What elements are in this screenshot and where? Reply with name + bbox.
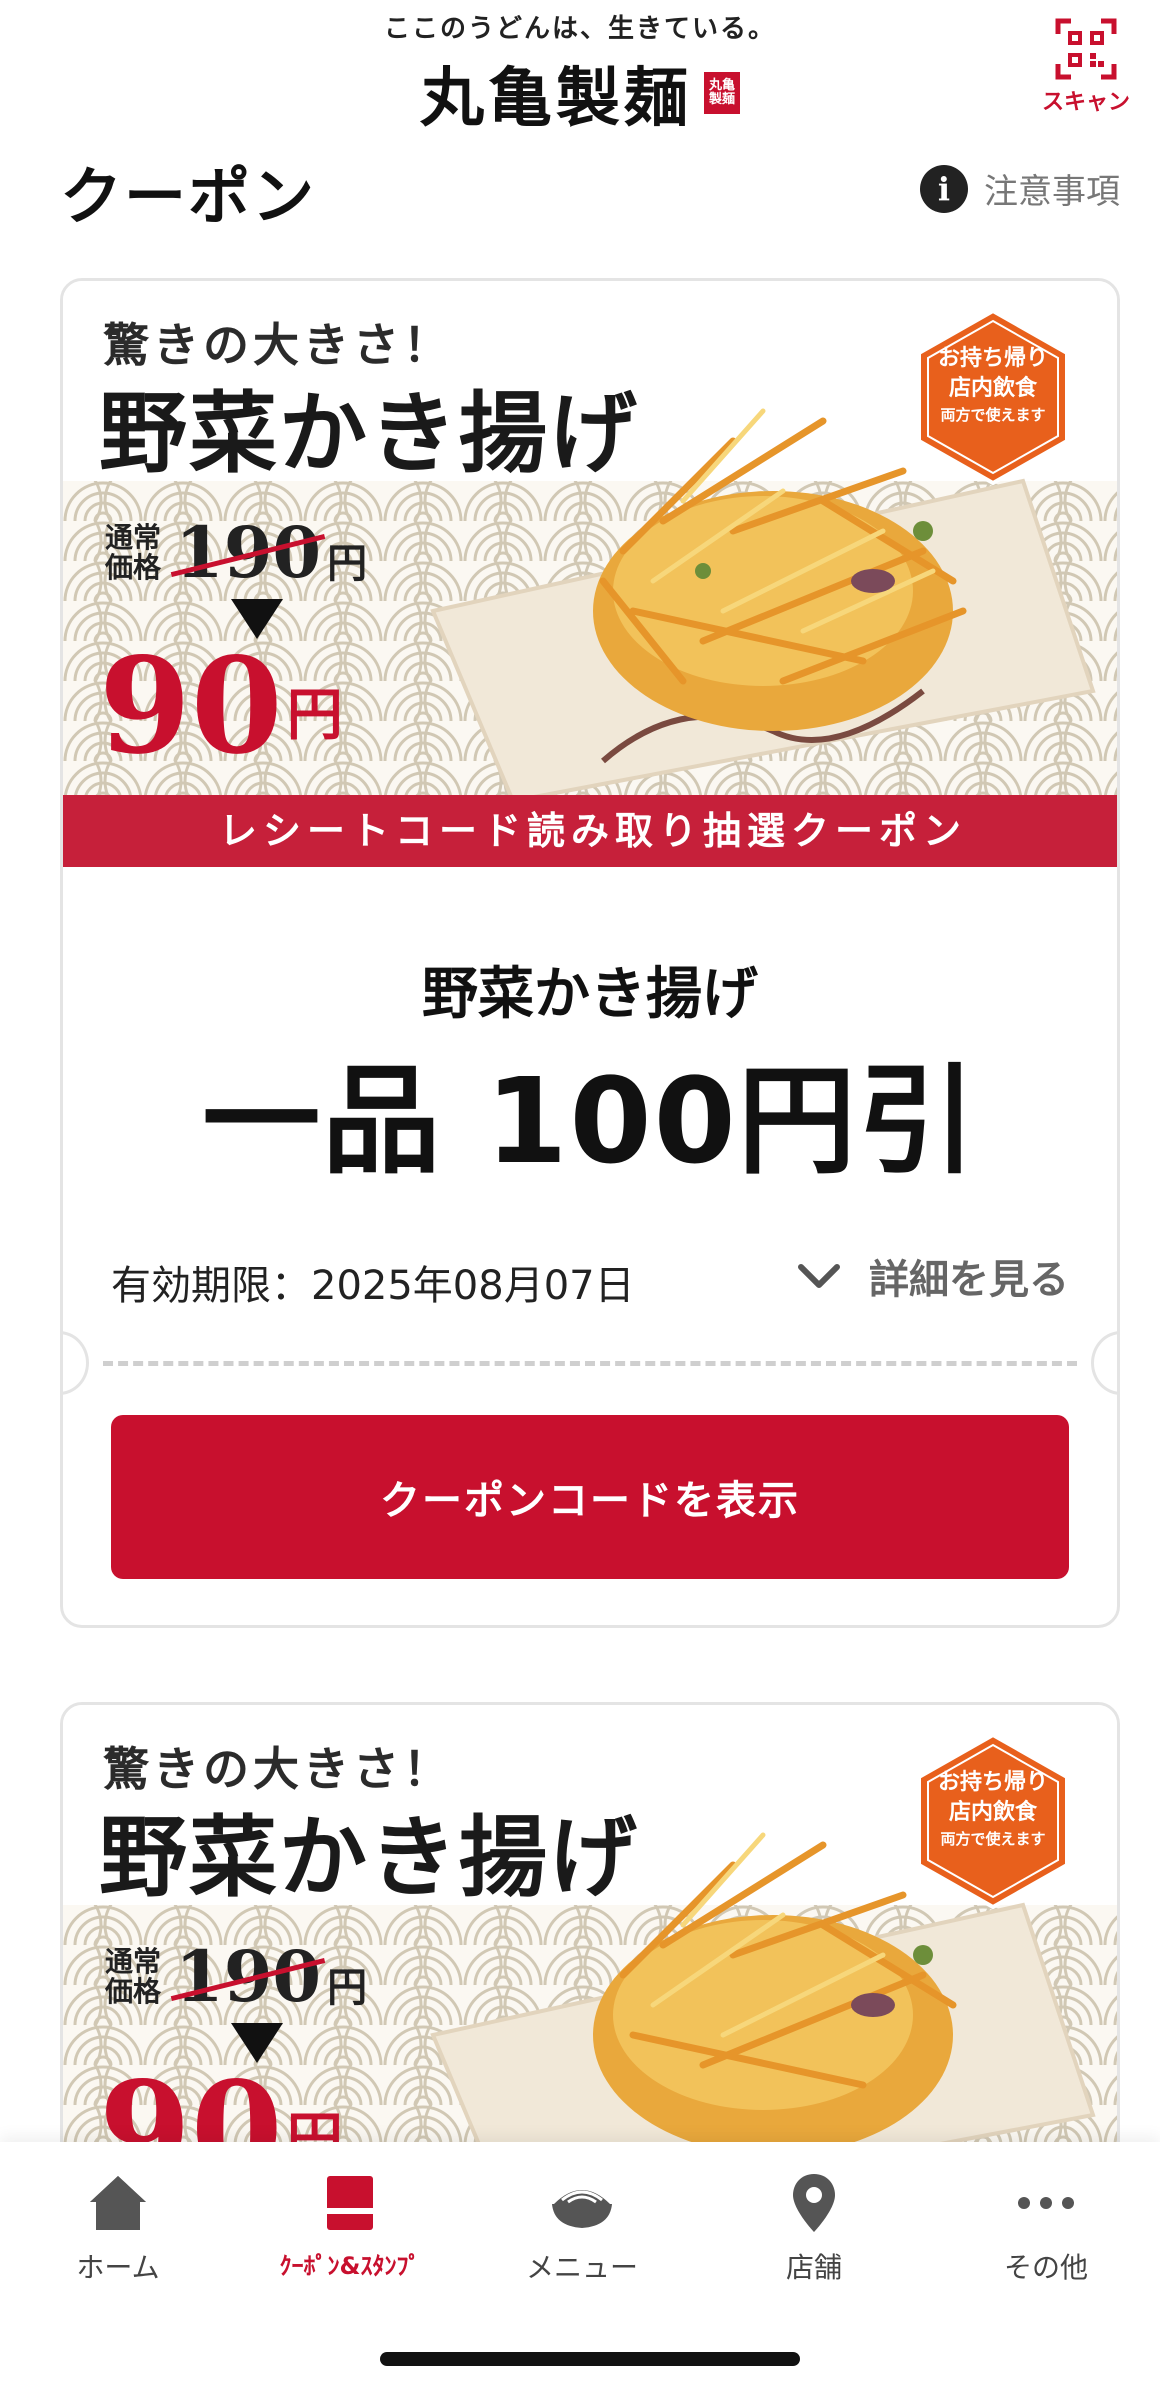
home-icon xyxy=(90,2176,146,2230)
location-pin-icon xyxy=(793,2174,835,2232)
tab-coupons-stamps[interactable]: ｸｰﾎﾟﾝ&ｽﾀﾝﾌﾟ xyxy=(234,2172,466,2281)
page-title: クーポン xyxy=(60,160,317,233)
regular-price-yen: 円 xyxy=(327,1963,368,2011)
logo-name: 丸亀製麺 xyxy=(420,61,692,136)
perforation-divider xyxy=(103,1361,1077,1366)
chevron-down-icon xyxy=(798,1264,840,1288)
scan-label: スキャン xyxy=(1041,90,1130,115)
details-toggle[interactable]: 詳細を見る xyxy=(797,1247,1069,1305)
coupon-card: 驚きの大きさ！ 野菜かき揚げ 通常価格 190 円 90 円 お持ち帰り 店内飲… xyxy=(60,278,1120,1628)
coupon-discount: 一品 100円引 xyxy=(202,1052,978,1190)
tab-label: その他 xyxy=(1003,2251,1088,2284)
coupon-banner-image: 驚きの大きさ！ 野菜かき揚げ 通常価格 190 円 90 円 お持ち帰り 店内飲… xyxy=(63,281,1117,869)
badge-line-1: お持ち帰り xyxy=(937,1769,1048,1795)
app-screen: ここのうどんは、生きている。 丸亀製麺 丸亀製麺 スキャン クーポン i 注意事… xyxy=(0,0,1160,2394)
scan-button[interactable]: スキャン xyxy=(1038,18,1134,116)
sale-price-value: 90 xyxy=(99,629,283,784)
tab-home[interactable]: ホーム xyxy=(2,2172,234,2286)
info-icon: i xyxy=(920,164,968,213)
ticket-notch-left xyxy=(63,1331,89,1395)
tab-label: ｸｰﾎﾟﾝ&ｽﾀﾝﾌﾟ xyxy=(279,2252,421,2280)
notice-label: 注意事項 xyxy=(984,172,1120,212)
ticket-notch-right xyxy=(1091,1331,1117,1395)
badge-line-2: 店内飲食 xyxy=(948,1799,1037,1825)
coupon-expiry: 有効期限：2025年08月07日 xyxy=(111,1263,635,1309)
banner-regular-price: 通常価格 190 円 xyxy=(105,511,367,594)
tab-label: メニュー xyxy=(525,2251,638,2284)
title-row: クーポン i 注意事項 xyxy=(60,140,1120,233)
home-indicator[interactable] xyxy=(380,2352,800,2366)
coupon-icon xyxy=(327,2176,373,2230)
logo-seal: 丸亀製麺 xyxy=(704,72,740,114)
show-coupon-code-button[interactable]: クーポンコードを表示 xyxy=(111,1415,1069,1579)
app-header: ここのうどんは、生きている。 丸亀製麺 丸亀製麺 スキャン xyxy=(0,0,1160,136)
banner-strip: レシートコード読み取り抽選クーポン xyxy=(63,795,1117,867)
tab-stores[interactable]: 店舗 xyxy=(698,2172,930,2286)
notice-link[interactable]: i 注意事項 xyxy=(920,164,1120,213)
details-label: 詳細を見る xyxy=(869,1257,1069,1303)
badge-line-3: 両方で使えます xyxy=(940,406,1046,424)
bowl-icon xyxy=(552,2190,612,2228)
regular-price-label: 通常価格 xyxy=(105,520,162,584)
badge-text: お持ち帰り 店内飲食 両方で使えます xyxy=(915,1767,1071,1851)
qr-scan-icon xyxy=(1055,18,1117,80)
badge-line-2: 店内飲食 xyxy=(948,375,1037,401)
tab-menu[interactable]: メニュー xyxy=(466,2172,698,2286)
badge-text: お持ち帰り 店内飲食 両方で使えます xyxy=(915,343,1071,427)
badge-line-1: お持ち帰り xyxy=(937,345,1048,371)
regular-price-label: 通常価格 xyxy=(105,1944,162,2008)
logo-tagline: ここのうどんは、生きている。 xyxy=(383,14,776,44)
sale-price-yen: 円 xyxy=(286,682,343,748)
coupon-name: 野菜かき揚げ xyxy=(422,962,758,1027)
tab-label: ホーム xyxy=(76,2251,160,2284)
more-icon xyxy=(1018,2197,1074,2209)
tab-other[interactable]: その他 xyxy=(930,2172,1160,2286)
banner-headline-2: 野菜かき揚げ xyxy=(99,381,640,485)
banner-headline-2: 野菜かき揚げ xyxy=(99,1805,640,1909)
banner-regular-price: 通常価格 190 円 xyxy=(105,1935,367,2018)
banner-sale-price: 90 円 xyxy=(99,641,343,773)
brand-logo: ここのうどんは、生きている。 丸亀製麺 丸亀製麺 xyxy=(0,8,1160,139)
tab-label: 店舗 xyxy=(785,2251,842,2284)
badge-line-3: 両方で使えます xyxy=(940,1830,1046,1848)
regular-price-yen: 円 xyxy=(327,539,368,587)
regular-price-value: 190 xyxy=(175,1935,322,2018)
regular-price-value: 190 xyxy=(175,511,322,594)
